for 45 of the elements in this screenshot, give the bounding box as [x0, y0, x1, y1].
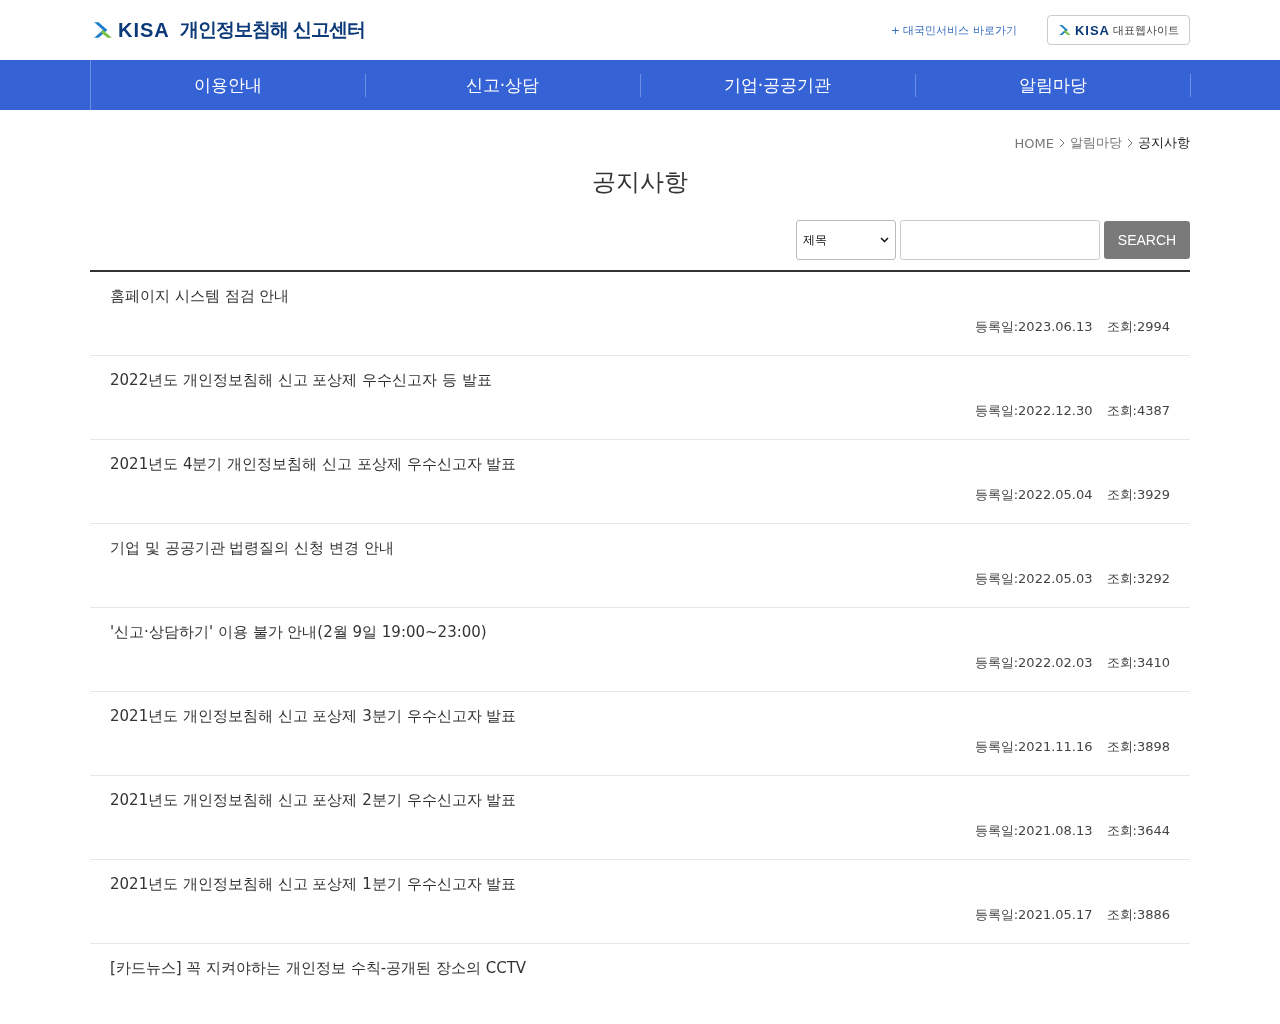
notice-date: 등록일:2022.02.03: [974, 654, 1093, 672]
service-link[interactable]: + 대국민서비스 바로가기: [890, 22, 1017, 38]
notice-date: 등록일:2022.12.30: [974, 402, 1093, 420]
breadcrumb-link[interactable]: HOME: [1014, 135, 1054, 151]
nav-item[interactable]: 이용안내: [90, 74, 366, 97]
notice-views: 조회:3886: [1106, 906, 1170, 924]
notice-views: 조회:3410: [1106, 654, 1170, 672]
notice-date: 등록일:2023.06.13: [974, 318, 1093, 336]
nav-item[interactable]: 알림마당: [915, 74, 1191, 97]
notice-views: 조회:3292: [1106, 570, 1170, 588]
notice-date: 등록일:2021.05.17: [974, 906, 1093, 924]
notice-title[interactable]: 기업 및 공공기관 법령질의 신청 변경 안내: [110, 539, 1170, 558]
notice-title[interactable]: 홈페이지 시스템 점검 안내: [110, 287, 1170, 306]
notice-views: 조회:2994: [1106, 318, 1170, 336]
notice-title[interactable]: 2021년도 4분기 개인정보침해 신고 포상제 우수신고자 발표: [110, 455, 1170, 474]
notice-title[interactable]: 2022년도 개인정보침해 신고 포상제 우수신고자 등 발표: [110, 371, 1170, 390]
notice-title[interactable]: [카드뉴스] 꼭 지켜야하는 개인정보 수칙-공개된 장소의 CCTV: [110, 959, 1170, 978]
notice-title[interactable]: '신고·상담하기' 이용 불가 안내(2월 9일 19:00~23:00): [110, 623, 1170, 642]
main-site-button[interactable]: KISA 대표웹사이트: [1046, 15, 1190, 45]
logo-icon: [92, 19, 114, 41]
notice-views: 조회:3929: [1106, 486, 1170, 504]
site-title[interactable]: 개인정보침해 신고센터: [179, 17, 366, 43]
notice-title[interactable]: 2021년도 개인정보침해 신고 포상제 2분기 우수신고자 발표: [110, 791, 1170, 810]
breadcrumb-link[interactable]: 공지사항: [1138, 134, 1190, 152]
notice-title[interactable]: 2021년도 개인정보침해 신고 포상제 3분기 우수신고자 발표: [110, 707, 1170, 726]
search-field[interactable]: [900, 220, 1100, 260]
notice-date: 등록일:2021.08.13: [974, 822, 1093, 840]
nav-item[interactable]: 신고·상담: [365, 74, 641, 97]
page-title: 공지사항: [591, 167, 689, 198]
chevron-right-icon: [1058, 138, 1066, 148]
chevron-right-icon: [1126, 138, 1134, 148]
notice-views: 조회:4387: [1106, 402, 1170, 420]
caret-icon: [880, 237, 889, 243]
search-select[interactable]: 제목: [796, 220, 896, 260]
notice-date: 등록일:2021.11.16: [974, 738, 1093, 756]
logo-text[interactable]: KISA: [118, 18, 170, 42]
logo-icon: [1057, 23, 1072, 37]
notice-title[interactable]: 2021년도 개인정보침해 신고 포상제 1분기 우수신고자 발표: [110, 875, 1170, 894]
search-button[interactable]: SEARCH: [1104, 221, 1190, 259]
notice-views: 조회:3644: [1106, 822, 1170, 840]
nav-item[interactable]: 기업·공공기관: [640, 74, 916, 97]
notice-views: 조회:3898: [1106, 738, 1170, 756]
breadcrumb-link[interactable]: 알림마당: [1070, 134, 1122, 152]
notice-date: 등록일:2022.05.03: [974, 570, 1093, 588]
notice-date: 등록일:2022.05.04: [974, 486, 1093, 504]
